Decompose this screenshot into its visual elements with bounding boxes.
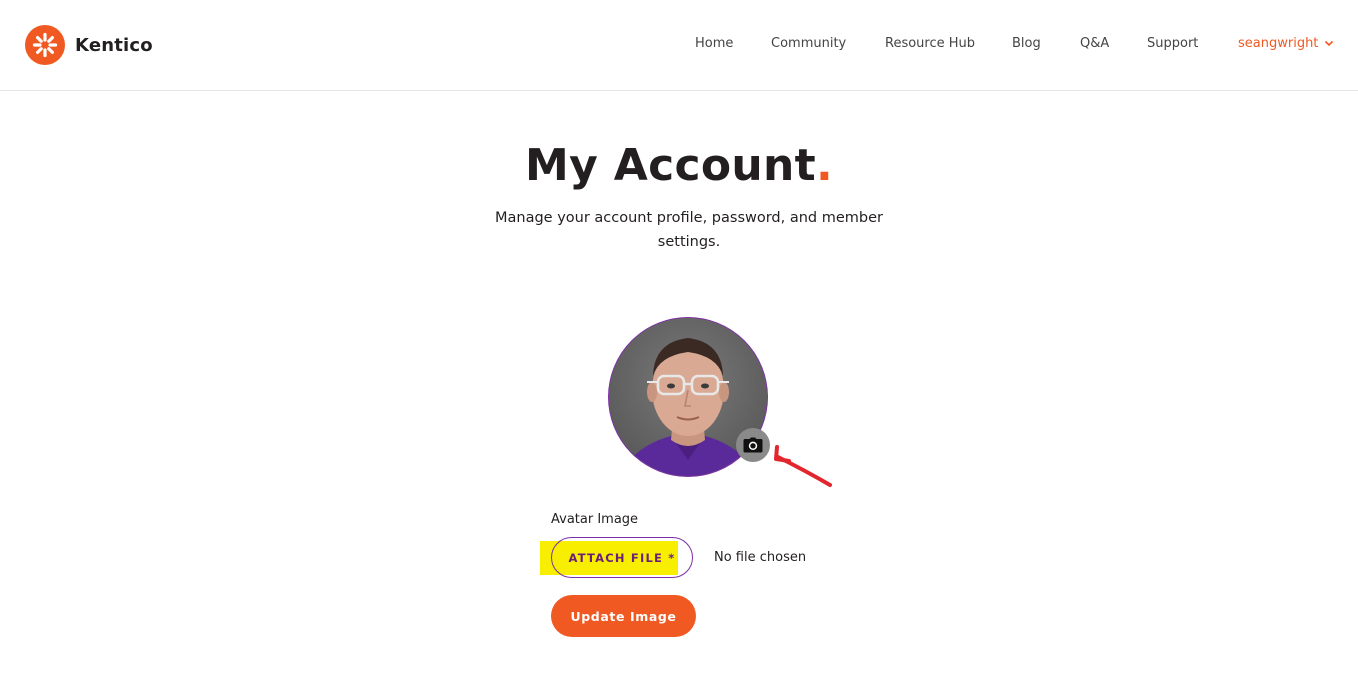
main-nav: Home Community Resource Hub Blog Q&A Sup…	[0, 36, 1358, 56]
nav-item-support[interactable]: Support	[1147, 36, 1198, 51]
nav-item-blog[interactable]: Blog	[1012, 36, 1041, 51]
update-image-button[interactable]: Update Image	[551, 595, 696, 637]
nav-item-qa[interactable]: Q&A	[1080, 36, 1109, 51]
avatar-image-label: Avatar Image	[551, 512, 639, 527]
file-status-text: No file chosen	[714, 550, 807, 565]
chevron-down-icon	[1325, 40, 1334, 47]
change-avatar-button[interactable]	[736, 428, 770, 462]
annotation-arrow-icon	[774, 445, 832, 487]
page-subtitle: Manage your account profile, password, a…	[494, 210, 884, 250]
nav-item-community[interactable]: Community	[771, 36, 846, 51]
page-title: My Account.	[0, 140, 1358, 191]
user-menu[interactable]: seangwright	[1238, 36, 1334, 51]
attach-file-button[interactable]: ATTACH FILE *	[551, 537, 693, 578]
avatar-section	[608, 317, 770, 479]
user-menu-label: seangwright	[1238, 36, 1319, 51]
page-title-text: My Account	[525, 140, 816, 191]
site-header: Kentico Home Community Resource Hub Blog…	[0, 0, 1358, 91]
camera-icon	[743, 437, 763, 453]
nav-item-home[interactable]: Home	[695, 36, 733, 51]
nav-item-resource-hub[interactable]: Resource Hub	[885, 36, 975, 51]
page-title-dot: .	[815, 140, 833, 191]
